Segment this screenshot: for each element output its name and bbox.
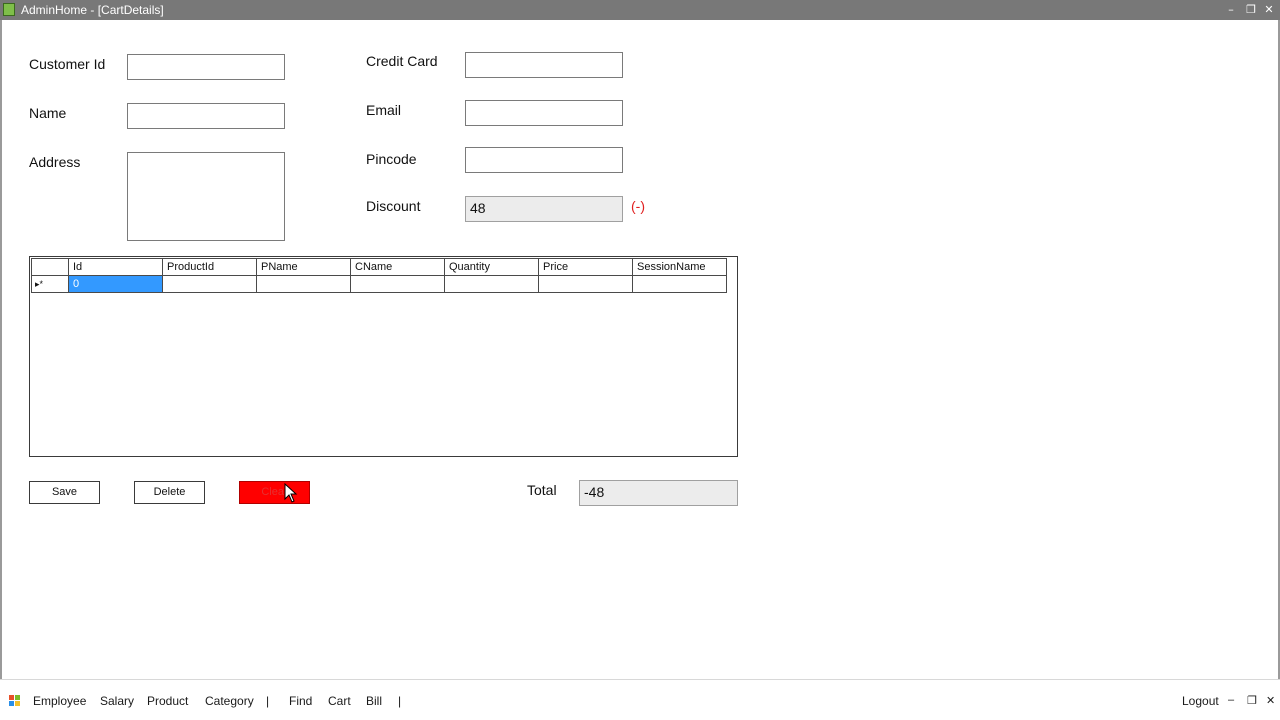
table-cell-quantity[interactable] [444, 275, 539, 293]
window-border-left [0, 20, 2, 680]
window-title: AdminHome - [CartDetails] [21, 3, 164, 17]
column-header-productid[interactable]: ProductId [162, 258, 257, 276]
cart-grid[interactable]: Id ProductId PName CName Quantity Price … [29, 256, 738, 457]
name-label: Name [29, 105, 67, 121]
windows-menu-icon[interactable] [9, 695, 21, 707]
credit-card-field[interactable] [465, 52, 623, 78]
window-border-bottom [0, 679, 1280, 680]
address-label: Address [29, 154, 81, 170]
delete-button[interactable]: Delete [134, 481, 205, 504]
menu-separator: | [266, 694, 270, 708]
customer-id-label: Customer Id [29, 56, 106, 72]
credit-card-label: Credit Card [366, 53, 438, 69]
table-cell-cname[interactable] [350, 275, 445, 293]
menu-item-category[interactable]: Category [205, 694, 254, 708]
mdi-restore-icon[interactable]: ❐ [1247, 694, 1257, 707]
pincode-field[interactable] [465, 147, 623, 173]
table-row[interactable]: ▸* 0 [31, 275, 727, 293]
menu-item-bill[interactable]: Bill [366, 694, 382, 708]
menu-item-product[interactable]: Product [147, 694, 188, 708]
mdi-close-icon[interactable]: ✕ [1266, 694, 1275, 707]
grid-header-row: Id ProductId PName CName Quantity Price … [31, 258, 727, 276]
main-menu-bar: Employee Salary Product Category | Find … [0, 689, 1280, 714]
minimize-icon[interactable]: – [1223, 2, 1239, 18]
column-header-sessionname[interactable]: SessionName [632, 258, 727, 276]
table-cell-productid[interactable] [162, 275, 257, 293]
discount-field[interactable]: 48 [465, 196, 623, 222]
table-cell-pname[interactable] [256, 275, 351, 293]
discount-label: Discount [366, 198, 421, 214]
total-field[interactable]: -48 [579, 480, 738, 506]
total-label: Total [527, 482, 557, 498]
menu-item-employee[interactable]: Employee [33, 694, 86, 708]
restore-icon[interactable]: ❐ [1243, 2, 1259, 18]
menu-item-cart[interactable]: Cart [328, 694, 351, 708]
clear-button[interactable]: Clear [239, 481, 310, 504]
customer-id-field[interactable] [127, 54, 285, 80]
close-icon[interactable]: ✕ [1261, 2, 1277, 18]
app-icon [3, 3, 15, 16]
table-cell-sessionname[interactable] [632, 275, 727, 293]
column-header-pname[interactable]: PName [256, 258, 351, 276]
name-field[interactable] [127, 103, 285, 129]
table-cell-id[interactable]: 0 [68, 275, 163, 293]
address-field[interactable] [127, 152, 285, 241]
menu-item-find[interactable]: Find [289, 694, 312, 708]
table-cell-price[interactable] [538, 275, 633, 293]
grid-corner-cell [31, 258, 69, 276]
row-marker[interactable]: ▸* [31, 275, 69, 293]
email-field[interactable] [465, 100, 623, 126]
menu-separator: | [398, 694, 402, 708]
mouse-cursor-icon [284, 483, 298, 503]
menu-item-logout[interactable]: Logout [1182, 694, 1219, 708]
column-header-quantity[interactable]: Quantity [444, 258, 539, 276]
save-button[interactable]: Save [29, 481, 100, 504]
email-label: Email [366, 102, 402, 118]
pincode-label: Pincode [366, 151, 417, 167]
mdi-minimize-icon[interactable]: – [1228, 694, 1234, 706]
column-header-id[interactable]: Id [68, 258, 163, 276]
discount-note: (-) [631, 198, 645, 214]
column-header-price[interactable]: Price [538, 258, 633, 276]
title-bar: AdminHome - [CartDetails] – ❐ ✕ [0, 0, 1280, 20]
menu-item-salary[interactable]: Salary [100, 694, 134, 708]
cart-table: Id ProductId PName CName Quantity Price … [31, 258, 727, 293]
column-header-cname[interactable]: CName [350, 258, 445, 276]
